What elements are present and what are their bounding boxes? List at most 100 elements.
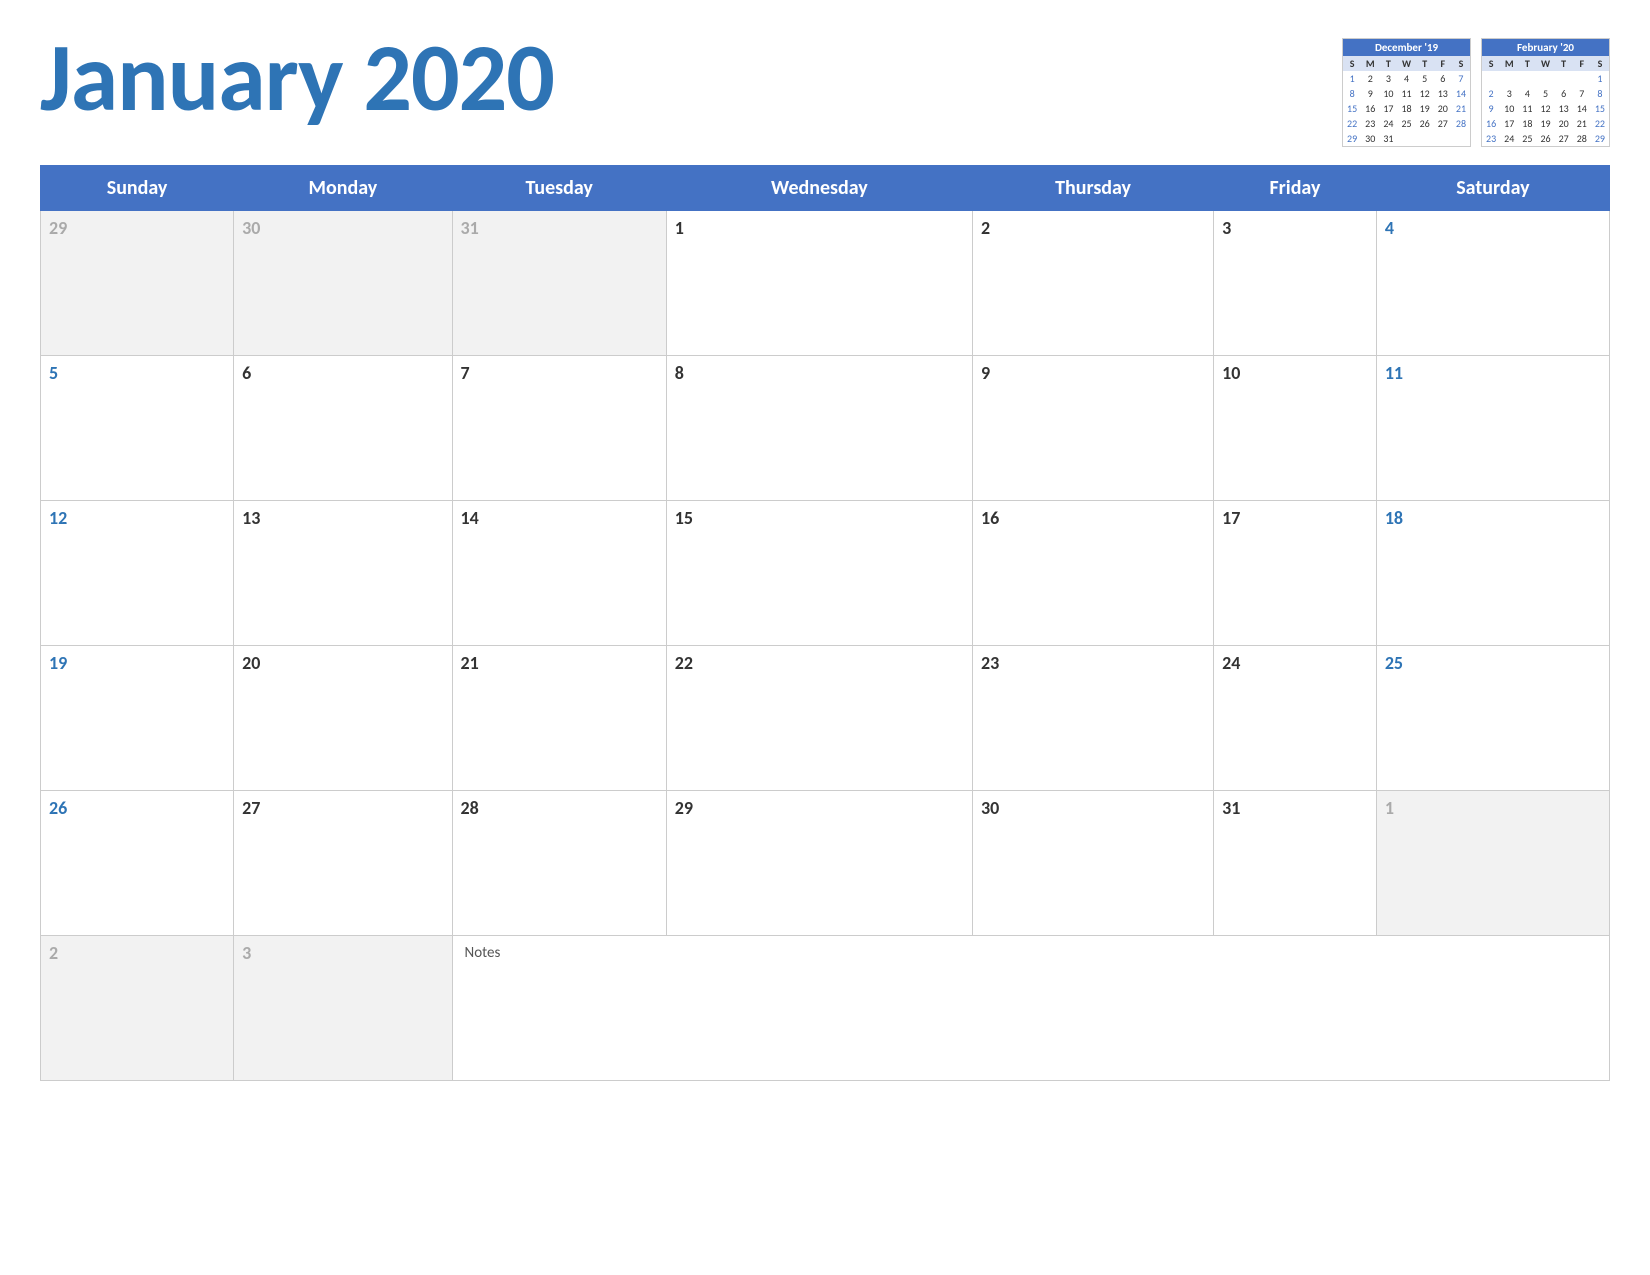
mini-cal-day: 16 xyxy=(1361,101,1379,116)
mini-cal-feb-title: February '20 xyxy=(1482,39,1609,56)
page-title: January 2020 xyxy=(40,30,554,126)
mini-cal-day: 21 xyxy=(1573,116,1591,131)
mini-cal-day: 19 xyxy=(1416,101,1434,116)
calendar-cell: 28 xyxy=(452,791,666,936)
mini-cal-day: 24 xyxy=(1379,116,1397,131)
day-number: 30 xyxy=(242,217,260,239)
calendar-cell: 18 xyxy=(1376,501,1609,646)
mini-cal-day: 31 xyxy=(1379,131,1397,146)
calendar-cell: 25 xyxy=(1376,646,1609,791)
calendar-cell: 30 xyxy=(973,791,1214,936)
mini-col-t: T xyxy=(1518,56,1536,71)
calendar-cell: 30 xyxy=(234,211,452,356)
calendar-day-header: Tuesday xyxy=(452,166,666,211)
mini-cal-day xyxy=(1500,71,1518,86)
mini-cal-day: 1 xyxy=(1591,71,1609,86)
day-number: 4 xyxy=(1385,217,1394,239)
calendar-cell: 2 xyxy=(41,936,234,1081)
calendar-cell: 11 xyxy=(1376,356,1609,501)
mini-cal-day: 3 xyxy=(1379,71,1397,86)
mini-cal-day: 27 xyxy=(1434,116,1452,131)
day-number: 14 xyxy=(461,507,479,529)
day-number: 25 xyxy=(1385,652,1403,674)
mini-cal-day: 21 xyxy=(1452,101,1470,116)
day-number: 23 xyxy=(981,652,999,674)
mini-col-s: S xyxy=(1343,56,1361,71)
calendar-cell: 1 xyxy=(666,211,972,356)
day-number: 31 xyxy=(1222,797,1240,819)
mini-cal-day: 9 xyxy=(1361,86,1379,101)
mini-cal-day: 13 xyxy=(1555,101,1573,116)
mini-cal-day: 14 xyxy=(1452,86,1470,101)
mini-cal-dec-title: December '19 xyxy=(1343,39,1470,56)
mini-cal-dec: December '19 S M T W T F S 1234567891011… xyxy=(1342,38,1471,147)
mini-cal-day: 4 xyxy=(1397,71,1415,86)
day-number: 19 xyxy=(49,652,67,674)
calendar-cell: 15 xyxy=(666,501,972,646)
mini-cal-day: 19 xyxy=(1536,116,1554,131)
mini-cal-day: 22 xyxy=(1343,116,1361,131)
mini-cal-day: 26 xyxy=(1536,131,1554,146)
day-number: 13 xyxy=(242,507,260,529)
mini-cal-day: 27 xyxy=(1555,131,1573,146)
day-number: 21 xyxy=(461,652,479,674)
mini-cal-day: 17 xyxy=(1379,101,1397,116)
day-number: 20 xyxy=(242,652,260,674)
day-number: 30 xyxy=(981,797,999,819)
mini-cal-feb: February '20 S M T W T F S 1234567891011… xyxy=(1481,38,1610,147)
mini-cal-day: 18 xyxy=(1518,116,1536,131)
calendar-cell: 1 xyxy=(1376,791,1609,936)
mini-cal-day: 23 xyxy=(1361,116,1379,131)
mini-cal-day: 15 xyxy=(1591,101,1609,116)
calendar-cell: 5 xyxy=(41,356,234,501)
mini-col-w: W xyxy=(1536,56,1554,71)
mini-col-s2: S xyxy=(1591,56,1609,71)
day-number: 2 xyxy=(981,217,990,239)
calendar-cell: 21 xyxy=(452,646,666,791)
mini-cal-day: 14 xyxy=(1573,101,1591,116)
calendar-cell: 31 xyxy=(1214,791,1377,936)
calendar-cell: 19 xyxy=(41,646,234,791)
mini-cal-day: 7 xyxy=(1573,86,1591,101)
calendar-cell: 3 xyxy=(234,936,452,1081)
mini-cal-day: 6 xyxy=(1434,71,1452,86)
mini-col-t: T xyxy=(1379,56,1397,71)
mini-cal-day xyxy=(1434,131,1452,146)
mini-cal-day: 30 xyxy=(1361,131,1379,146)
mini-cal-day: 1 xyxy=(1343,71,1361,86)
mini-cal-day: 5 xyxy=(1416,71,1434,86)
day-number: 15 xyxy=(675,507,693,529)
calendar-day-header: Saturday xyxy=(1376,166,1609,211)
day-number: 16 xyxy=(981,507,999,529)
mini-cal-day xyxy=(1482,71,1500,86)
mini-cal-day: 10 xyxy=(1500,101,1518,116)
mini-cal-day: 2 xyxy=(1482,86,1500,101)
day-number: 27 xyxy=(242,797,260,819)
mini-col-m: M xyxy=(1500,56,1518,71)
calendar-day-header: Monday xyxy=(234,166,452,211)
main-calendar: SundayMondayTuesdayWednesdayThursdayFrid… xyxy=(40,165,1610,1081)
calendar-cell: 26 xyxy=(41,791,234,936)
day-number: 28 xyxy=(461,797,479,819)
calendar-cell: 2 xyxy=(973,211,1214,356)
mini-cal-day: 15 xyxy=(1343,101,1361,116)
mini-cal-day xyxy=(1416,131,1434,146)
day-number: 6 xyxy=(242,362,251,384)
calendar-cell: 29 xyxy=(41,211,234,356)
mini-cal-day xyxy=(1518,71,1536,86)
mini-cal-day: 25 xyxy=(1397,116,1415,131)
calendar-cell: 20 xyxy=(234,646,452,791)
calendar-cell: 3 xyxy=(1214,211,1377,356)
calendar-cell: 31 xyxy=(452,211,666,356)
mini-cal-day xyxy=(1397,131,1415,146)
calendar-cell: 6 xyxy=(234,356,452,501)
day-number: 3 xyxy=(242,942,251,964)
mini-calendars-container: December '19 S M T W T F S 1234567891011… xyxy=(1342,38,1610,147)
mini-cal-day: 6 xyxy=(1555,86,1573,101)
mini-col-w: W xyxy=(1397,56,1415,71)
mini-cal-day: 5 xyxy=(1536,86,1554,101)
calendar-cell: 14 xyxy=(452,501,666,646)
day-number: 11 xyxy=(1385,362,1403,384)
mini-cal-day xyxy=(1555,71,1573,86)
calendar-cell: 16 xyxy=(973,501,1214,646)
